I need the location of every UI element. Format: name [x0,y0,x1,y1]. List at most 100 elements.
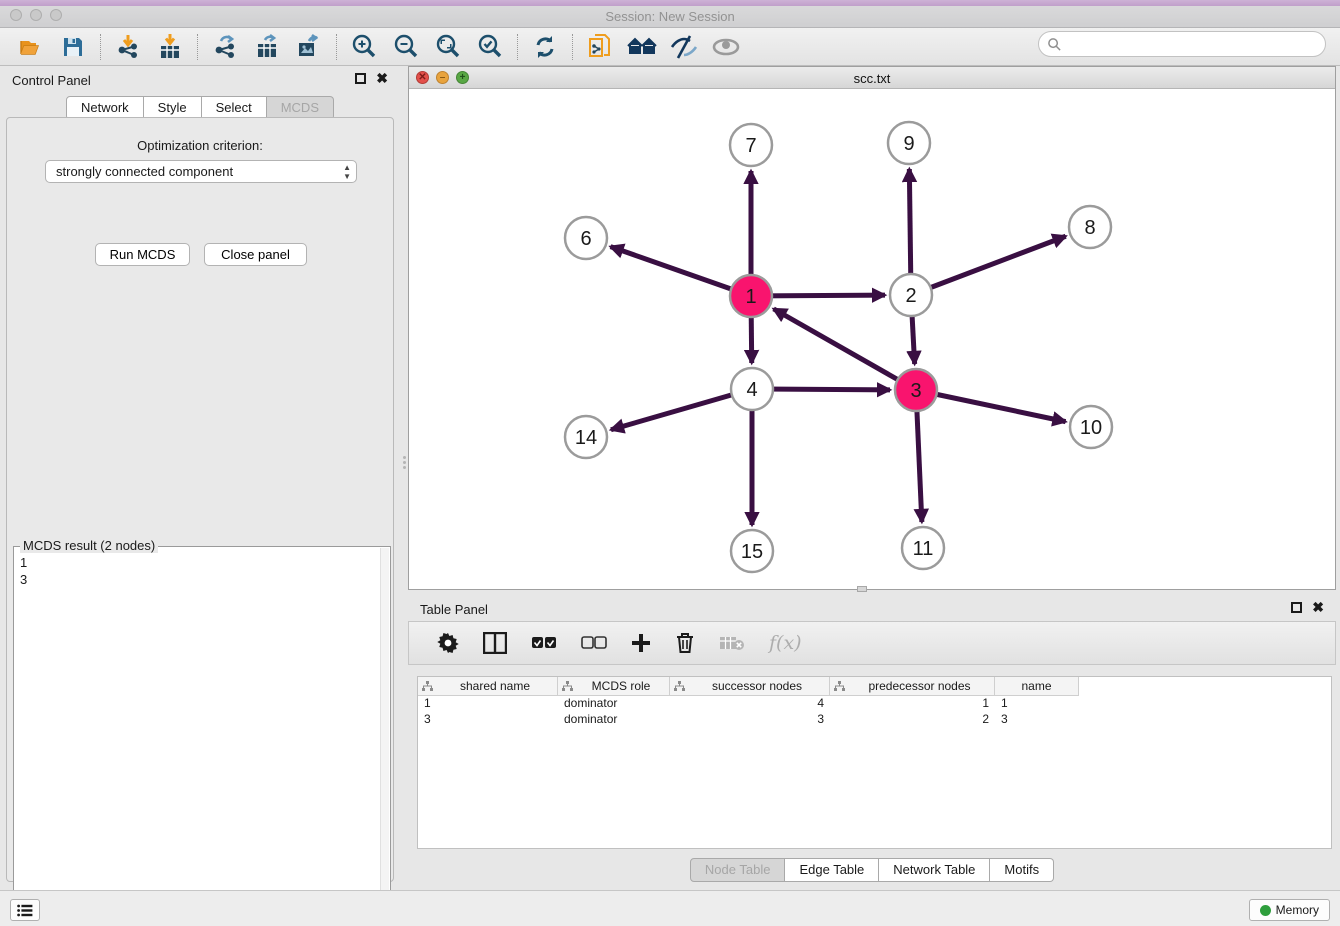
table-row[interactable]: 3dominator323 [418,712,1331,728]
deselect-all-icon[interactable] [581,636,607,650]
horizontal-splitter[interactable] [857,586,867,592]
search-box[interactable] [1038,31,1326,57]
svg-text:4: 4 [746,379,757,401]
node-table-body: 1dominator4113dominator323 [418,696,1331,728]
network-window: ✕ – + scc.txt 7 9 6 8 1 2 4 3 14 10 15 11 [408,66,1336,590]
status-bar: Memory [0,890,1340,926]
zoom-selected-icon[interactable] [475,32,505,62]
column-header-name[interactable]: name [995,677,1079,696]
table-cell: dominator [558,712,670,728]
column-header-shared-name[interactable]: shared name [418,677,558,696]
open-file-icon[interactable] [16,32,46,62]
result-line: 3 [20,571,384,588]
delete-rows-icon[interactable] [675,632,695,654]
toolbar-separator [197,34,198,60]
mcds-result-lines: 13 [14,547,390,595]
table-cell: 4 [670,696,830,712]
table-cell: 3 [995,712,1079,728]
node-11[interactable]: 11 [902,527,944,569]
table-row[interactable]: 1dominator411 [418,696,1331,712]
float-table-panel-icon[interactable] [1291,602,1302,613]
node-2[interactable]: 2 [890,274,932,316]
split-view-icon[interactable] [483,632,507,654]
delete-table-icon [719,634,745,652]
node-1[interactable]: 1 [730,275,772,317]
close-panel-icon[interactable]: ✖ [376,73,388,84]
network-canvas[interactable]: 7 9 6 8 1 2 4 3 14 10 15 11 [409,89,1335,589]
export-network-icon[interactable] [210,32,240,62]
edge-1-6[interactable] [611,247,751,296]
result-line: 1 [20,554,384,571]
svg-text:2: 2 [905,285,916,307]
edge-3-10[interactable] [916,390,1066,422]
import-network-file-icon[interactable] [113,32,143,62]
table-cell: 2 [830,712,995,728]
select-all-icon[interactable] [531,636,557,650]
svg-text:9: 9 [903,133,914,155]
export-image-icon[interactable] [294,32,324,62]
tab-network-table[interactable]: Network Table [879,858,990,882]
node-15[interactable]: 15 [731,530,773,572]
table-cell: 3 [670,712,830,728]
home-icon[interactable] [627,32,657,62]
edge-2-8[interactable] [911,236,1066,295]
node-9[interactable]: 9 [888,122,930,164]
criterion-dropdown[interactable]: strongly connected component ▲▼ [45,160,357,183]
table-cell: 1 [995,696,1079,712]
node-14[interactable]: 14 [565,416,607,458]
memory-label: Memory [1276,903,1319,917]
refresh-icon[interactable] [530,32,560,62]
column-header-successor-nodes[interactable]: successor nodes [670,677,830,696]
control-panel: Control Panel ✖ NetworkStyleSelectMCDS O… [0,66,400,890]
zoom-fit-icon[interactable] [433,32,463,62]
svg-text:11: 11 [913,538,934,560]
vertical-splitter[interactable] [400,452,408,472]
svg-text:1: 1 [745,286,756,308]
svg-text:15: 15 [741,541,763,563]
save-session-icon[interactable] [58,32,88,62]
network-window-titlebar[interactable]: ✕ – + scc.txt [409,67,1335,89]
dropdown-stepper-icon: ▲▼ [343,163,351,181]
close-panel-button[interactable]: Close panel [204,243,307,266]
result-scrollbar[interactable] [380,548,389,921]
clone-network-icon[interactable] [585,32,615,62]
mcds-tab-pane: Optimization criterion: strongly connect… [6,117,394,882]
import-table-file-icon[interactable] [155,32,185,62]
export-table-icon[interactable] [252,32,282,62]
node-table[interactable]: shared nameMCDS rolesuccessor nodesprede… [417,676,1332,849]
function-builder-icon: f(x) [769,632,802,654]
criterion-dropdown-value: strongly connected component [56,164,233,179]
edge-3-1[interactable] [774,309,916,390]
node-8[interactable]: 8 [1069,206,1111,248]
add-row-icon[interactable] [631,633,651,653]
hide-eye-icon[interactable] [669,32,699,62]
task-history-button[interactable] [10,899,40,921]
node-7[interactable]: 7 [730,124,772,166]
svg-text:6: 6 [580,228,591,250]
settings-gear-icon[interactable] [437,632,459,654]
tab-node-table[interactable]: Node Table [690,858,786,882]
column-header-MCDS-role[interactable]: MCDS role [558,677,670,696]
close-table-panel-icon[interactable]: ✖ [1312,602,1324,613]
node-4[interactable]: 4 [731,368,773,410]
svg-text:8: 8 [1084,217,1095,239]
search-input[interactable] [1062,37,1325,52]
float-panel-icon[interactable] [355,73,366,84]
mcds-result-box: MCDS result (2 nodes) 13 [13,546,391,923]
svg-text:10: 10 [1080,417,1102,439]
toolbar-separator [517,34,518,60]
tab-edge-table[interactable]: Edge Table [785,858,879,882]
memory-button[interactable]: Memory [1249,899,1330,921]
zoom-out-icon[interactable] [391,32,421,62]
main-toolbar [0,28,1340,66]
zoom-in-icon[interactable] [349,32,379,62]
run-mcds-button[interactable]: Run MCDS [95,243,190,266]
tab-motifs[interactable]: Motifs [990,858,1054,882]
node-6[interactable]: 6 [565,217,607,259]
node-10[interactable]: 10 [1070,406,1112,448]
table-tabs: Node TableEdge TableNetwork TableMotifs [408,858,1336,882]
node-3[interactable]: 3 [895,369,937,411]
toolbar-separator [336,34,337,60]
search-icon [1047,37,1062,52]
column-header-predecessor-nodes[interactable]: predecessor nodes [830,677,995,696]
